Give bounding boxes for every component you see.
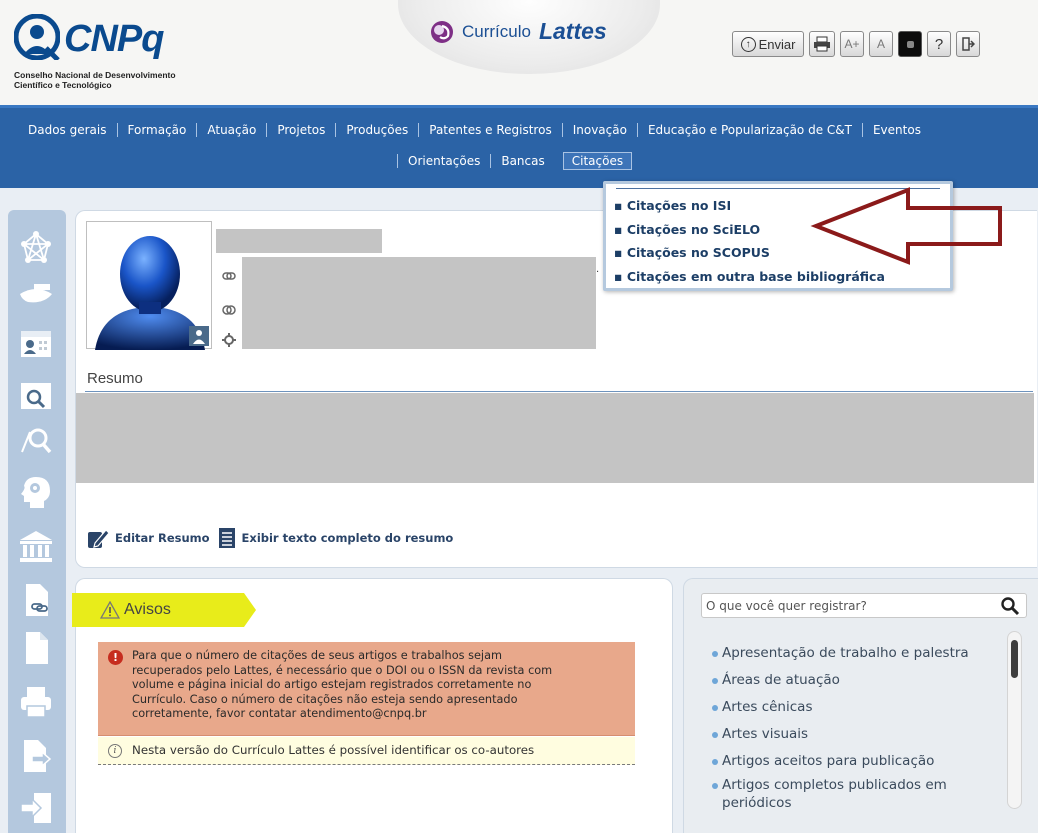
nav-row-1: Dados gerais Formação Atuação Projetos P…: [22, 123, 931, 137]
nav-educacao[interactable]: Educação e Popularização de C&T: [636, 123, 862, 137]
logo-subtitle: Conselho Nacional de Desenvolvimento Cie…: [14, 70, 176, 90]
bullet-icon: [712, 677, 718, 684]
bullet-icon: [712, 704, 718, 711]
toolbar: ↑ Enviar A+ A ?: [732, 31, 980, 57]
avatar[interactable]: [86, 221, 212, 350]
list-item[interactable]: Artes visuais: [712, 721, 1002, 748]
contrast-icon: [906, 40, 914, 48]
nav-citacoes[interactable]: Citações: [562, 152, 633, 170]
nav-projetos[interactable]: Projetos: [266, 123, 335, 137]
citations-warning: ! Para que o número de citações de seus …: [98, 642, 635, 736]
nav-bancas[interactable]: Bancas: [490, 154, 554, 168]
list-item[interactable]: Artes cênicas: [712, 694, 1002, 721]
login-icon[interactable]: [18, 790, 54, 826]
register-scrollbar[interactable]: [1007, 631, 1022, 809]
nav-inovacao[interactable]: Inovação: [561, 123, 637, 137]
calendar-person-icon[interactable]: [18, 324, 54, 360]
list-item[interactable]: Artigos completos publicados em: [712, 775, 1002, 796]
header: CNPq Conselho Nacional de Desenvolviment…: [0, 0, 1038, 105]
bullet-icon: [712, 731, 718, 738]
print-button[interactable]: [809, 31, 835, 57]
institution-icon[interactable]: [18, 528, 54, 564]
info-text: Nesta versão do Currículo Lattes é possí…: [132, 743, 535, 757]
app-title-name: Lattes: [538, 18, 607, 44]
search-icon[interactable]: [1000, 596, 1020, 616]
nav-formacao[interactable]: Formação: [116, 123, 197, 137]
exit-button[interactable]: [956, 31, 980, 57]
app-title: Currículo Lattes: [430, 18, 607, 45]
register-search: [701, 593, 1027, 618]
coauthors-info: i Nesta versão do Currículo Lattes é pos…: [98, 737, 635, 765]
text-document-icon: [218, 528, 235, 548]
list-item[interactable]: Áreas de atuação: [712, 667, 1002, 694]
logo-text: CNPq: [64, 18, 164, 60]
resumo-divider: [85, 391, 1033, 392]
left-sidebar: [8, 210, 66, 833]
bullet-icon: [712, 782, 718, 789]
arrow-up-circle-icon: ↑: [740, 36, 756, 52]
printer-icon[interactable]: [18, 684, 54, 720]
network-icon[interactable]: [18, 230, 54, 266]
annotation-arrow-icon: [810, 187, 1002, 265]
font-normal-button[interactable]: A: [869, 31, 893, 57]
bullet-icon: [712, 650, 718, 657]
redacted-resumo-text: [76, 393, 1034, 483]
show-full-resumo-button[interactable]: Exibir texto completo do resumo: [218, 527, 453, 549]
nav-dados-gerais[interactable]: Dados gerais: [22, 123, 117, 137]
high-contrast-button[interactable]: [898, 31, 922, 57]
info-icon: i: [108, 744, 122, 758]
document-arrow-icon[interactable]: [18, 738, 54, 774]
settings-gear-icon[interactable]: [222, 333, 236, 347]
exit-icon: [962, 37, 975, 51]
redacted-name: [216, 229, 382, 253]
document-link-icon[interactable]: [18, 582, 54, 618]
main-nav: Dados gerais Formação Atuação Projetos P…: [0, 105, 1038, 188]
id-link-icon[interactable]: [222, 303, 236, 317]
lattes-logo-icon: [431, 20, 453, 43]
head-gears-icon[interactable]: [18, 474, 54, 510]
avisos-title: Avisos: [124, 601, 171, 618]
resumo-actions: Editar Resumo Exibir texto completo do r…: [87, 527, 453, 549]
warning-text: Para que o número de citações de seus ar…: [132, 649, 553, 720]
document-icon[interactable]: [18, 630, 54, 666]
edit-icon: [88, 529, 109, 548]
bullet-icon: [712, 758, 718, 765]
nav-atuacao[interactable]: Atuação: [196, 123, 266, 137]
dot-marker: ·: [596, 267, 600, 278]
nav-orientacoes[interactable]: Orientações: [397, 154, 490, 168]
upload-photo-icon[interactable]: [189, 326, 209, 346]
printer-icon: [814, 36, 830, 52]
resumo-title: Resumo: [87, 370, 143, 387]
font-increase-button[interactable]: A+: [840, 31, 864, 57]
register-search-input[interactable]: [706, 597, 986, 615]
cnpq-logo[interactable]: CNPq Conselho Nacional de Desenvolviment…: [12, 14, 192, 94]
app-title-prefix: Currículo: [462, 21, 531, 41]
nav-row-2: Orientações Bancas Citações: [397, 152, 633, 170]
list-item[interactable]: Apresentação de trabalho e palestra: [712, 640, 1002, 667]
list-item[interactable]: Artigos aceitos para publicação: [712, 748, 1002, 775]
list-item-continuation: periódicos: [722, 795, 792, 811]
search-icon[interactable]: [18, 424, 54, 460]
send-button[interactable]: ↑ Enviar: [732, 31, 804, 57]
edit-resumo-button[interactable]: Editar Resumo: [87, 527, 210, 549]
redacted-info: [242, 257, 596, 349]
help-button[interactable]: ?: [927, 31, 951, 57]
nav-producoes[interactable]: Produções: [335, 123, 418, 137]
nav-eventos[interactable]: Eventos: [861, 123, 931, 137]
nav-patentes[interactable]: Patentes e Registros: [418, 123, 561, 137]
link-icon[interactable]: [222, 269, 236, 283]
hat-icon[interactable]: [18, 276, 54, 312]
calendar-search-icon[interactable]: [18, 376, 54, 412]
register-options-list: Apresentação de trabalho e palestra Área…: [712, 640, 1002, 812]
scrollbar-thumb[interactable]: [1011, 640, 1018, 678]
error-icon: !: [108, 650, 123, 665]
cnpq-logo-icon: [14, 14, 60, 60]
warning-triangle-icon: [100, 601, 120, 619]
